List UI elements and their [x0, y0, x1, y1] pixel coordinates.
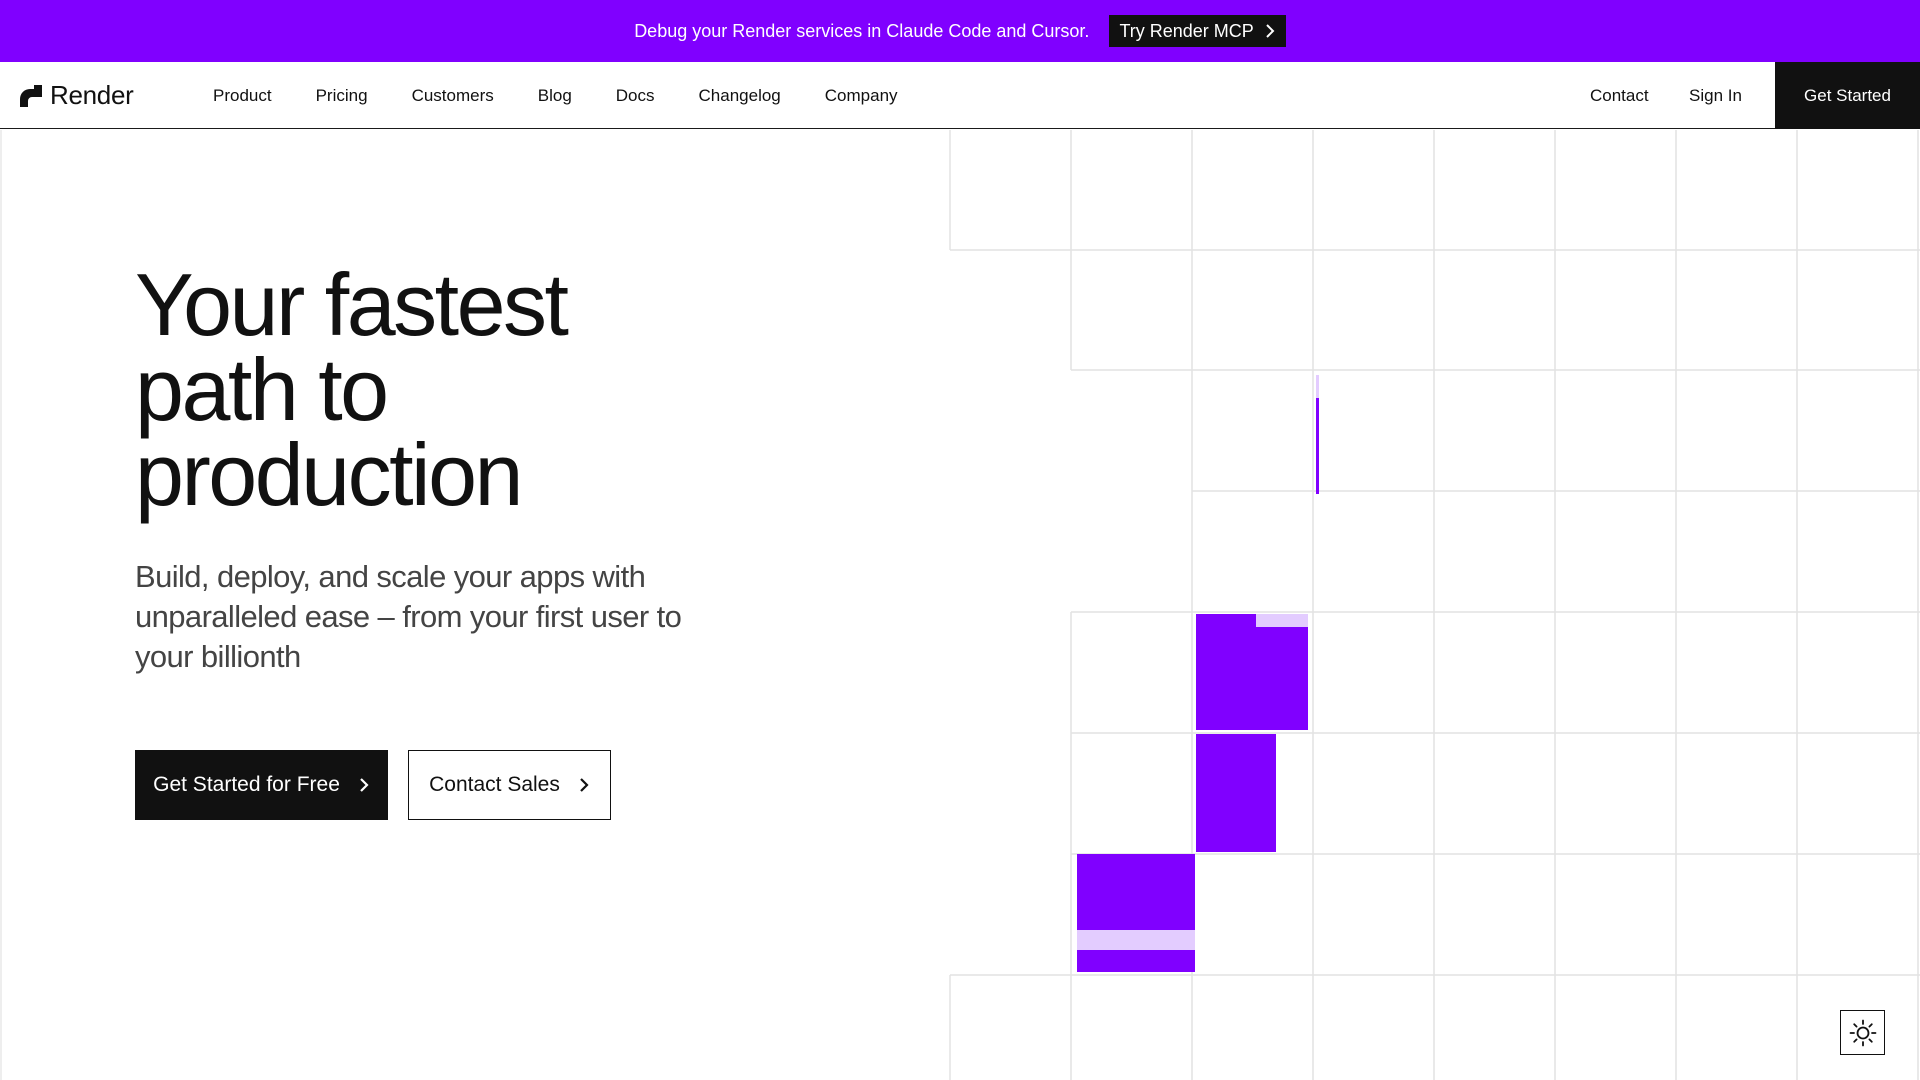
secondary-button-label: Contact Sales: [429, 773, 560, 796]
page: Debug your Render services in Claude Cod…: [0, 0, 1920, 1080]
contact-sales-button[interactable]: Contact Sales: [408, 750, 611, 820]
theme-toggle-button[interactable]: [1840, 1010, 1885, 1055]
hero-title-line-2: path to: [135, 340, 389, 439]
hero-title-line-3: production: [135, 425, 523, 524]
sun-icon: [1849, 1019, 1876, 1046]
grid-accent-blocks: [1077, 375, 1319, 972]
get-started-free-button[interactable]: Get Started for Free: [135, 750, 388, 820]
primary-button-label: Get Started for Free: [153, 773, 340, 796]
hero-grid-art: [0, 130, 1920, 1080]
chevron-right-icon: [580, 778, 589, 792]
hero-subtitle: Build, deploy, and scale your apps with …: [135, 559, 682, 674]
chevron-right-icon: [360, 778, 369, 792]
hero-title-line-1: Your fastest: [135, 255, 569, 354]
hero-title: Your fastest path to production: [135, 255, 755, 524]
